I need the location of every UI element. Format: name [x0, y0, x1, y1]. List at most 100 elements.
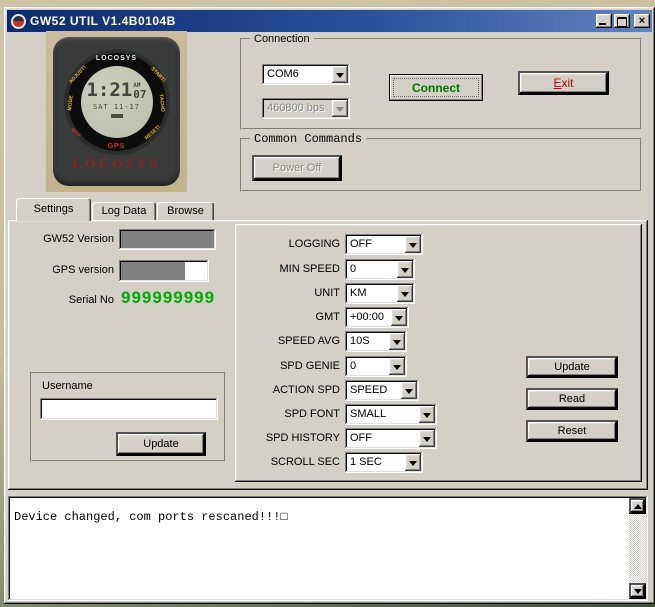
username-input[interactable] [40, 398, 218, 420]
reset-button-label: Reset [558, 425, 587, 437]
maximize-button[interactable] [614, 14, 630, 28]
scroll-sec-select[interactable]: 1 SEC [345, 452, 423, 473]
chevron-down-icon [336, 73, 344, 82]
dropdown-button[interactable] [401, 382, 417, 399]
common-commands-title: Common Commands [250, 132, 366, 146]
power-off-label: Power Off [273, 162, 322, 174]
chevron-down-icon [409, 461, 417, 470]
dropdown-button[interactable] [405, 236, 421, 253]
unit-select[interactable]: KM [345, 283, 415, 304]
com-port-select[interactable]: COM6 [262, 64, 350, 85]
close-button[interactable]: × [634, 14, 650, 28]
dropdown-button[interactable] [419, 430, 435, 447]
com-port-value: COM6 [267, 68, 299, 80]
bezel-adjust-label: ADJUST! [68, 65, 87, 85]
watch-bezel: LOCOSYS ADJUST! START! MODE TACHO MAX RE… [67, 52, 167, 152]
dropdown-button[interactable] [405, 454, 421, 471]
minimize-button[interactable] [596, 14, 612, 28]
update-button-label: Update [554, 361, 589, 373]
gmt-select[interactable]: +00:00 [345, 307, 409, 328]
close-icon: × [634, 15, 650, 27]
scroll-up-button[interactable] [629, 498, 646, 514]
bezel-brand-label: LOCOSYS [67, 55, 167, 62]
dropdown-button[interactable] [391, 309, 407, 326]
dropdown-button[interactable] [389, 333, 405, 350]
chevron-down-icon [409, 243, 417, 252]
read-button[interactable]: Read [526, 388, 618, 410]
lcd-time: 1:21 [86, 81, 132, 100]
lcd-date: SAT 11-17 [81, 103, 153, 111]
speed-avg-label: SPEED AVG [230, 331, 340, 352]
speed-avg-value: 10S [350, 335, 370, 347]
scroll-sec-label: SCROLL SEC [230, 452, 340, 473]
scroll-down-button[interactable] [629, 583, 646, 599]
app-icon[interactable] [11, 14, 26, 29]
dropdown-button[interactable] [419, 406, 435, 423]
watch-lcd: 1:21 AM 07 SAT 11-17 [81, 66, 153, 138]
tab-log-data[interactable]: Log Data [92, 202, 156, 220]
tab-log-data-label: Log Data [102, 205, 147, 217]
speed-avg-select[interactable]: 10S [345, 331, 407, 352]
action-spd-value: SPEED [350, 384, 387, 396]
connection-group-title: Connection [250, 32, 314, 46]
baud-rate-dropdown-button [332, 100, 348, 117]
serial-number-value: 999999999 [121, 288, 215, 308]
bezel-start-label: START! [150, 67, 166, 84]
com-port-dropdown-button[interactable] [332, 66, 348, 83]
chevron-down-icon [401, 268, 409, 277]
tab-browse-label: Browse [167, 205, 204, 217]
min-speed-value: 0 [350, 263, 356, 275]
read-button-label: Read [559, 393, 585, 405]
tab-settings-label: Settings [34, 203, 74, 215]
bezel-gps-label: GPS [67, 143, 167, 150]
tab-settings[interactable]: Settings [16, 198, 91, 221]
action-spd-label: ACTION SPD [230, 380, 340, 401]
log-scrollbar-track[interactable] [629, 498, 646, 599]
gw52-version-label: GW52 Version [10, 229, 114, 250]
log-message: Device changed, com ports rescaned!!!□ [14, 510, 288, 524]
bezel-reset-label: RESET! [145, 125, 162, 141]
spd-font-select[interactable]: SMALL [345, 404, 437, 425]
connect-button-label: Connect [412, 81, 460, 95]
device-brand-label: LOCOSYS [53, 157, 180, 173]
title-bar[interactable]: GW52 UTIL V1.4B0104B × [7, 10, 652, 32]
bezel-mode-label: MODE [67, 95, 74, 111]
gps-version-fill [121, 262, 185, 280]
device-photo: LOCOSYS ADJUST! START! MODE TACHO MAX RE… [46, 31, 187, 192]
username-update-label: Update [143, 438, 178, 450]
spd-font-value: SMALL [350, 408, 386, 420]
reset-button[interactable]: Reset [526, 420, 618, 442]
dropdown-button[interactable] [389, 358, 405, 375]
baud-rate-select: 460800 bps [262, 98, 350, 119]
spd-genie-select[interactable]: 0 [345, 356, 407, 377]
connect-button[interactable]: Connect [389, 74, 483, 101]
logging-value: OFF [350, 238, 372, 250]
exit-button[interactable]: Exit [518, 71, 609, 95]
spd-font-label: SPD FONT [230, 404, 340, 425]
logging-select[interactable]: OFF [345, 234, 423, 255]
update-button[interactable]: Update [526, 356, 618, 378]
chevron-down-icon [336, 107, 344, 116]
exit-label-mnemonic: E [553, 76, 561, 90]
tab-browse[interactable]: Browse [157, 202, 214, 220]
spd-history-value: OFF [350, 432, 372, 444]
gw52-version-field [119, 229, 216, 250]
window-title: GW52 UTIL V1.4B0104B [30, 14, 596, 28]
bezel-tacho-label: TACHO [158, 94, 165, 112]
spd-history-select[interactable]: OFF [345, 428, 437, 449]
device-body: LOCOSYS ADJUST! START! MODE TACHO MAX RE… [53, 37, 180, 186]
chevron-down-icon [423, 437, 431, 446]
dropdown-button[interactable] [397, 285, 413, 302]
min-speed-select[interactable]: 0 [345, 259, 415, 280]
action-spd-select[interactable]: SPEED [345, 380, 419, 401]
bezel-max-label: MAX [69, 127, 81, 138]
baud-rate-value: 460800 bps [267, 102, 325, 114]
app-window: GW52 UTIL V1.4B0104B × LOCOSYS ADJUST! S… [4, 7, 655, 604]
log-output[interactable]: Device changed, com ports rescaned!!!□ [8, 496, 648, 601]
dropdown-button[interactable] [397, 261, 413, 278]
chevron-down-icon [395, 316, 403, 325]
username-update-button[interactable]: Update [116, 432, 206, 456]
lcd-bar-icon [111, 114, 123, 118]
window-controls: × [596, 14, 650, 28]
spd-genie-label: SPD GENIE [230, 356, 340, 377]
